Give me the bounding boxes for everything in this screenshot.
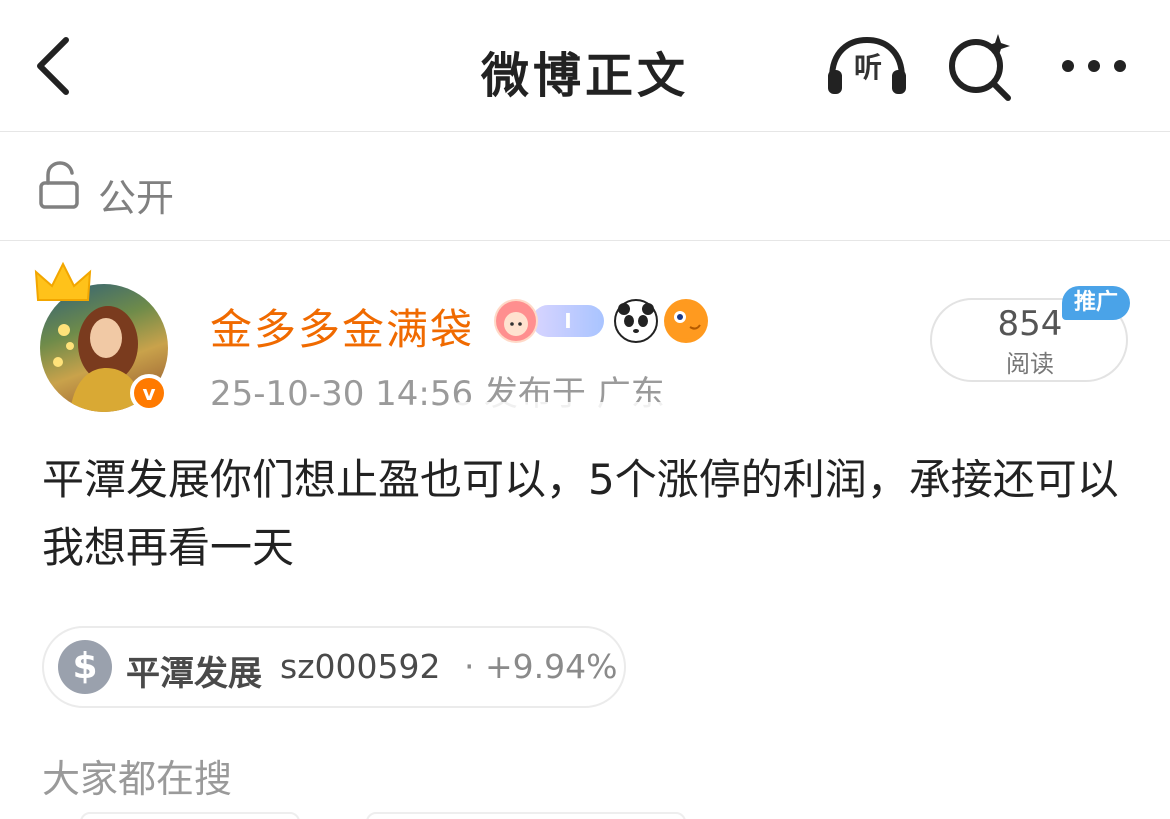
more-dots-icon xyxy=(1062,60,1126,72)
visibility-label: 公开 xyxy=(98,176,175,220)
promo-tag: 推广 xyxy=(1062,286,1130,320)
user-badges[interactable]: I xyxy=(494,298,708,344)
search-button[interactable] xyxy=(944,30,1016,102)
visibility-bar[interactable]: 公开 xyxy=(0,133,1170,241)
girl-badge-icon xyxy=(494,299,538,343)
stock-card[interactable]: $ 平潭发展 sz000592 · +9.94% xyxy=(42,626,626,708)
level-badge-icon: I xyxy=(532,305,604,337)
trending-chip[interactable] xyxy=(366,812,686,819)
listen-label: 听 xyxy=(853,51,882,84)
crown-icon xyxy=(34,261,92,301)
trending-label: 大家都在搜 xyxy=(42,757,233,801)
dollar-icon: $ xyxy=(58,640,112,694)
post-header: v 金多多金满袋 I 25-10-30 14:56 发布于 广东 854 阅读 xyxy=(0,242,1170,432)
more-button[interactable] xyxy=(1056,48,1132,84)
meta-overlay xyxy=(450,402,720,424)
top-bar: 微博正文 听 xyxy=(0,0,1170,132)
username[interactable]: 金多多金满袋 xyxy=(210,296,474,357)
stock-code: sz000592 xyxy=(280,647,441,686)
stock-change: · +9.94% xyxy=(464,647,618,686)
listen-button[interactable]: 听 xyxy=(824,34,910,98)
panda-badge-icon xyxy=(614,299,658,343)
trending-chip[interactable] xyxy=(80,812,300,819)
pufferfish-badge-icon xyxy=(664,299,708,343)
verified-badge: v xyxy=(130,374,168,412)
stock-name: 平潭发展 xyxy=(126,654,262,694)
sparkle-search-icon xyxy=(949,34,1011,101)
unlock-icon xyxy=(39,161,79,209)
post-text: 平潭发展你们想止盈也可以，5个涨停的利润，承接还可以我想再看一天 xyxy=(42,455,1119,572)
reads-label: 阅读 xyxy=(1006,350,1054,378)
